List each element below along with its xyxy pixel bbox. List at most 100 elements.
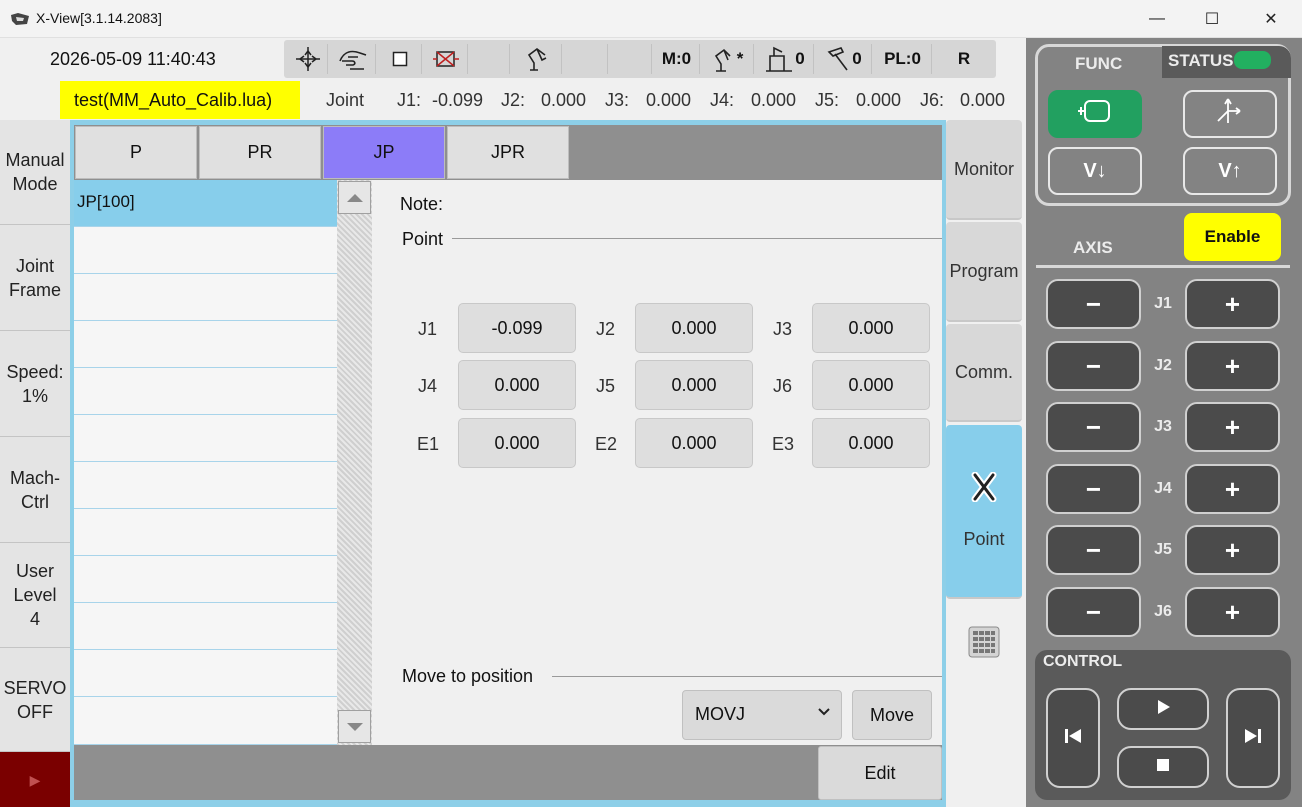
list-item[interactable] — [74, 650, 337, 697]
motor-button[interactable] — [1048, 90, 1142, 138]
j2-plus-button[interactable]: + — [1185, 341, 1280, 391]
j1-minus-button[interactable]: − — [1046, 279, 1141, 329]
close-button[interactable]: ✕ — [1244, 0, 1298, 38]
r-indicator: R — [957, 49, 971, 68]
j6-minus-button[interactable]: − — [1046, 587, 1141, 637]
speed-up-button[interactable]: V↑ — [1183, 147, 1277, 195]
nav-point[interactable]: Point — [946, 425, 1022, 599]
status-toolbar: M:0 * 0 0 PL:0 R — [284, 40, 996, 78]
field-label-j3: J3 — [773, 319, 793, 339]
hand-guide-icon[interactable] — [330, 44, 376, 74]
move-type-select[interactable]: MOVJ — [682, 690, 842, 740]
field-value-e1[interactable]: 0.000 — [458, 418, 576, 468]
sidebar-item-speed[interactable]: Speed: 1% — [0, 331, 70, 437]
list-item[interactable] — [74, 415, 337, 462]
field-value-e2[interactable]: 0.000 — [635, 418, 753, 468]
minimize-button[interactable]: — — [1130, 0, 1184, 38]
list-item[interactable] — [74, 462, 337, 509]
list-item[interactable] — [74, 227, 337, 274]
window-title: X-View[3.1.14.2083] — [36, 10, 162, 26]
sidebar-item-user-level[interactable]: User Level 4 — [0, 543, 70, 648]
enable-button[interactable]: Enable — [1184, 213, 1281, 261]
j5-plus-button[interactable]: + — [1185, 525, 1280, 575]
sidebar-item-joint-frame[interactable]: Joint Frame — [0, 225, 70, 331]
speed-down-button[interactable]: V↓ — [1048, 147, 1142, 195]
axis-divider — [1036, 265, 1290, 268]
list-item[interactable] — [74, 368, 337, 415]
robot-arm-icon[interactable] — [512, 44, 562, 74]
list-item[interactable] — [74, 321, 337, 368]
list-item[interactable] — [74, 274, 337, 321]
maximize-button[interactable]: ☐ — [1185, 0, 1239, 38]
list-item[interactable] — [74, 603, 337, 650]
jog-label-j2: J2 — [1154, 357, 1172, 374]
keypad-grid-icon[interactable] — [968, 626, 1000, 658]
run-button[interactable] — [1117, 688, 1209, 730]
j1-value: -0.099 — [432, 90, 484, 110]
m-counter: M:0 — [654, 44, 700, 74]
tab-func[interactable]: FUNC — [1075, 54, 1122, 74]
nav-point-label: Point — [963, 529, 1005, 549]
field-value-j3[interactable]: 0.000 — [812, 303, 930, 353]
scroll-down-icon[interactable] — [338, 710, 371, 743]
field-value-j5[interactable]: 0.000 — [635, 360, 753, 410]
field-label-j2: J2 — [596, 319, 616, 339]
j6-plus-button[interactable]: + — [1185, 587, 1280, 637]
field-value-j4[interactable]: 0.000 — [458, 360, 576, 410]
tab-jpr[interactable]: JPR — [447, 126, 569, 179]
j5-minus-button[interactable]: − — [1046, 525, 1141, 575]
j6-label: J6: — [920, 90, 945, 110]
coord-mode: Joint — [326, 90, 365, 110]
field-value-j1[interactable]: -0.099 — [458, 303, 576, 353]
stop-button[interactable] — [1117, 746, 1209, 788]
stop-icon — [1155, 757, 1171, 778]
move-divider — [552, 676, 942, 677]
j4-label: J4: — [710, 90, 735, 110]
edit-button[interactable]: Edit — [818, 746, 942, 800]
j3-label: J3: — [605, 90, 630, 110]
scroll-up-icon[interactable] — [338, 181, 371, 214]
nav-program[interactable]: Program — [946, 222, 1022, 322]
move-button[interactable]: Move — [852, 690, 932, 740]
step-back-button[interactable] — [1046, 688, 1100, 788]
j3-minus-button[interactable]: − — [1046, 402, 1141, 452]
close-x-icon[interactable] — [971, 471, 997, 507]
list-item[interactable] — [74, 509, 337, 556]
sidebar-item-manual-mode[interactable]: Manual Mode — [0, 120, 70, 225]
program-file: test(MM_Auto_Calib.lua) — [60, 81, 300, 119]
list-item[interactable]: JP[100] — [74, 180, 337, 227]
brake-icon[interactable] — [424, 44, 468, 74]
tab-status[interactable]: STATUS — [1168, 51, 1233, 71]
nav-comm[interactable]: Comm. — [946, 324, 1022, 422]
j4-plus-button[interactable]: + — [1185, 464, 1280, 514]
crosshair-icon[interactable] — [288, 44, 328, 74]
list-item[interactable] — [74, 697, 337, 745]
skip-previous-icon — [1062, 726, 1084, 751]
j2-minus-button[interactable]: − — [1046, 341, 1141, 391]
j4-minus-button[interactable]: − — [1046, 464, 1141, 514]
j3-plus-button[interactable]: + — [1185, 402, 1280, 452]
list-scrollbar[interactable] — [337, 180, 372, 745]
app-logo-icon — [10, 12, 30, 26]
tab-pr[interactable]: PR — [199, 126, 321, 179]
field-value-e3[interactable]: 0.000 — [812, 418, 930, 468]
field-value-j6[interactable]: 0.000 — [812, 360, 930, 410]
step-forward-button[interactable] — [1226, 688, 1280, 788]
blank-slot-2 — [564, 44, 608, 74]
tab-p[interactable]: P — [75, 126, 197, 179]
run-indicator[interactable]: ▶ — [0, 752, 70, 807]
control-label: CONTROL — [1043, 653, 1123, 670]
j1-plus-button[interactable]: + — [1185, 279, 1280, 329]
sidebar-item-mach-ctrl[interactable]: Mach- Ctrl — [0, 437, 70, 543]
checkbox-icon[interactable] — [378, 44, 422, 74]
axis-label: AXIS — [1073, 238, 1113, 257]
field-value-j2[interactable]: 0.000 — [635, 303, 753, 353]
move-type-value: MOVJ — [695, 704, 746, 724]
datetime-display: 2026-05-09 11:40:43 — [50, 49, 216, 69]
sidebar-item-servo[interactable]: SERVO OFF — [0, 648, 70, 752]
list-item[interactable] — [74, 556, 337, 603]
field-label-j5: J5 — [596, 376, 616, 396]
coordinate-axes-button[interactable] — [1183, 90, 1277, 138]
nav-monitor[interactable]: Monitor — [946, 120, 1022, 220]
tab-jp[interactable]: JP — [323, 126, 445, 179]
